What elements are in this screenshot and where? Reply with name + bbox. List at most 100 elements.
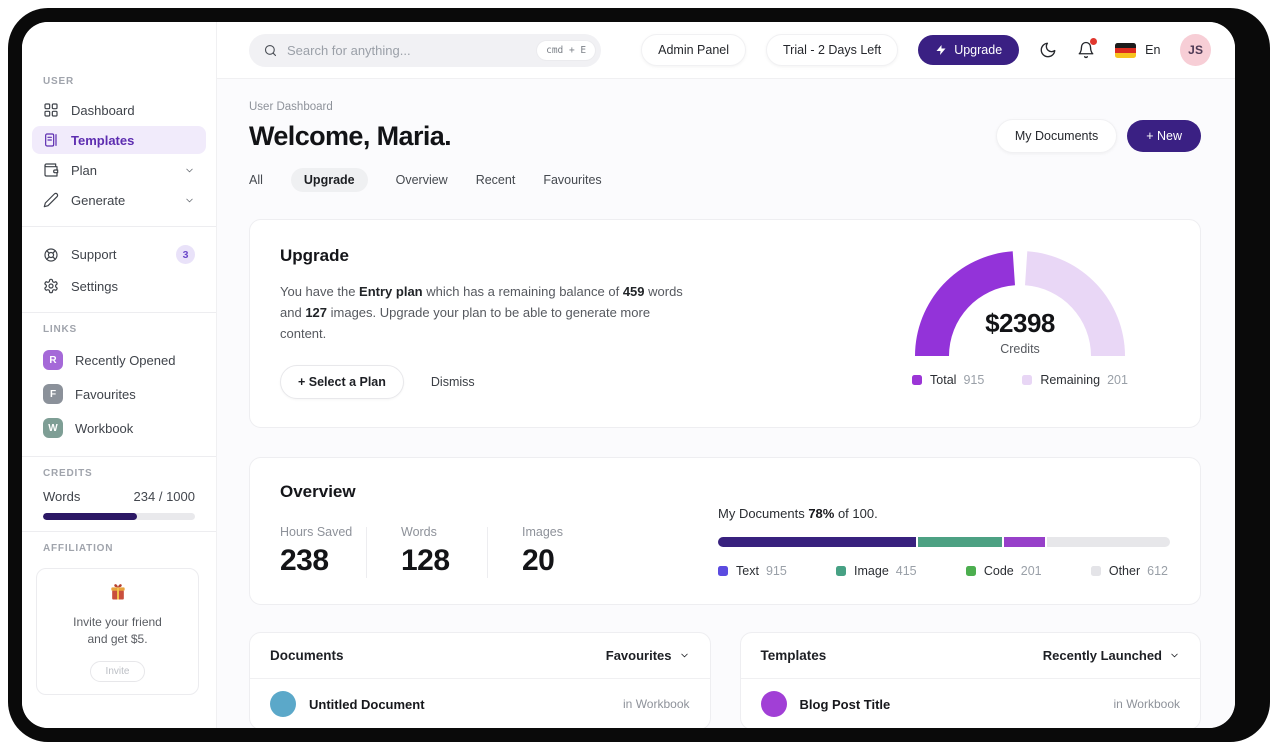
admin-panel-button[interactable]: Admin Panel <box>641 34 747 66</box>
stat-separator <box>487 527 488 579</box>
documents-filter-dropdown[interactable]: Favourites <box>606 648 690 663</box>
search-input[interactable]: Search for anything... cmd + E <box>249 33 602 67</box>
chevron-down-icon <box>680 653 688 658</box>
gauge-legend: Total 915 Remaining 201 <box>912 373 1128 387</box>
templates-filter-dropdown[interactable]: Recently Launched <box>1043 648 1180 663</box>
my-documents-button[interactable]: My Documents <box>995 119 1118 153</box>
sidebar-divider <box>22 456 216 457</box>
document-row[interactable]: Untitled Document in Workbook <box>250 679 710 728</box>
sidebar-section-links: LINKS <box>43 324 77 335</box>
link-badge-f: F <box>43 384 63 404</box>
legend-item-total: Total 915 <box>912 373 984 387</box>
legend-item-text: Text 915 <box>718 564 787 578</box>
sidebar-section-credits: CREDITS <box>43 468 93 479</box>
overview-card: Overview Hours Saved 238 Words 128 Image… <box>249 457 1201 606</box>
sidebar-item-generate[interactable]: Generate <box>32 186 206 214</box>
invite-button[interactable]: Invite <box>89 660 146 682</box>
sidebar-item-templates[interactable]: Templates <box>32 126 206 154</box>
sidebar-link-favourites[interactable]: F Favourites <box>32 378 206 410</box>
lightning-bolt-icon <box>936 45 946 55</box>
document-name: Untitled Document <box>309 696 425 712</box>
upgrade-card-body: You have the Entry plan which has a rema… <box>280 284 683 342</box>
legend-item-remaining: Remaining 201 <box>1022 373 1128 387</box>
stats-row: Hours Saved 238 Words 128 Images 20 <box>280 525 672 579</box>
language-label: En <box>1145 43 1161 57</box>
document-location: in Workbook <box>623 697 690 712</box>
sidebar-item-label: Dashboard <box>71 102 135 118</box>
stat-separator <box>366 527 367 579</box>
breadcrumb: User Dashboard <box>249 101 333 113</box>
sidebar-divider <box>22 312 216 313</box>
legend-item-image: Image 415 <box>836 564 917 578</box>
sidebar-item-plan[interactable]: Plan <box>32 156 206 184</box>
sidebar-item-settings[interactable]: Settings <box>32 272 206 300</box>
sidebar-item-label: Templates <box>71 132 135 148</box>
legend-swatch <box>912 375 923 385</box>
german-flag-icon <box>1115 42 1137 58</box>
user-avatar[interactable]: JS <box>1180 34 1211 66</box>
credits-label: Words <box>43 489 81 504</box>
topbar: Search for anything... cmd + E Admin Pan… <box>217 22 1235 79</box>
templates-panel-title: Templates <box>760 648 827 664</box>
sidebar-item-label: Support <box>71 247 117 262</box>
documents-usage: My Documents 78% of 100. Text 915 Image … <box>718 506 1170 578</box>
new-button[interactable]: + New <box>1127 120 1201 152</box>
affiliation-card: Invite your friend and get $5. Invite <box>36 568 199 695</box>
sidebar-section-user: USER <box>43 76 74 87</box>
document-avatar <box>270 691 296 718</box>
tab-recent[interactable]: Recent <box>476 173 516 187</box>
credits-row: Words 234 / 1000 <box>43 489 195 504</box>
upgrade-button-label: Upgrade <box>954 43 1003 57</box>
pencil-icon <box>43 192 59 208</box>
gift-icon <box>110 584 125 600</box>
tab-overview[interactable]: Overview <box>396 173 448 187</box>
usage-legend: Text 915 Image 415 Code 201 Other 612 <box>718 564 1170 578</box>
sidebar-link-recently-opened[interactable]: R Recently Opened <box>32 344 206 376</box>
sidebar: USER Dashboard Templates Plan Generate S… <box>22 22 217 728</box>
sidebar-section-affiliation: AFFILIATION <box>43 543 114 554</box>
tab-favourites[interactable]: Favourites <box>543 173 601 187</box>
legend-swatch <box>718 566 728 577</box>
dark-mode-toggle[interactable] <box>1039 41 1057 59</box>
trial-status-button[interactable]: Trial - 2 Days Left <box>766 34 899 66</box>
chevron-down-icon <box>186 198 193 202</box>
credits-progress-track <box>43 513 195 520</box>
legend-item-code: Code 201 <box>965 564 1042 578</box>
content-area: User Dashboard Welcome, Maria. My Docume… <box>217 79 1235 728</box>
dashboard-grid-icon <box>44 103 58 117</box>
documents-panel-title: Documents <box>270 648 344 664</box>
template-avatar <box>760 691 787 718</box>
bar-segment-image <box>917 537 1003 548</box>
chevron-down-icon <box>186 168 193 172</box>
bar-segment-text <box>718 537 916 548</box>
tab-upgrade[interactable]: Upgrade <box>290 168 368 192</box>
app-window: USER Dashboard Templates Plan Generate S… <box>22 22 1235 728</box>
sidebar-item-support[interactable]: Support 3 <box>32 239 206 270</box>
credits-progress-fill <box>43 513 138 520</box>
usage-multibar <box>718 537 1170 548</box>
search-placeholder: Search for anything... <box>287 42 411 58</box>
sidebar-link-workbook[interactable]: W Workbook <box>32 412 206 444</box>
tab-all[interactable]: All <box>249 173 263 187</box>
select-plan-button[interactable]: + Select a Plan <box>280 365 404 400</box>
template-row[interactable]: Blog Post Title in Workbook <box>741 679 1201 728</box>
page-title: Welcome, Maria. <box>249 120 452 151</box>
legend-swatch <box>1090 566 1101 577</box>
sidebar-item-dashboard[interactable]: Dashboard <box>32 96 206 124</box>
documents-panel: Documents Favourites Untitled Document i… <box>249 632 711 728</box>
dismiss-button[interactable]: Dismiss <box>431 375 475 389</box>
upgrade-card-title: Upgrade <box>280 246 349 265</box>
template-name: Blog Post Title <box>799 696 891 712</box>
sidebar-divider <box>22 226 216 227</box>
bar-segment-other <box>1046 537 1170 548</box>
templates-journal-icon <box>45 133 57 147</box>
sidebar-link-label: Workbook <box>75 420 134 436</box>
sidebar-item-label: Generate <box>71 192 126 208</box>
upgrade-button[interactable]: Upgrade <box>918 35 1020 65</box>
stat-images: Images 20 <box>522 525 563 578</box>
language-selector[interactable]: En <box>1115 42 1161 58</box>
notifications-button[interactable] <box>1077 38 1098 59</box>
sidebar-link-label: Recently Opened <box>75 352 176 368</box>
search-shortcut-chip: cmd + E <box>537 40 596 60</box>
affiliation-text: Invite your friend and get $5. <box>73 615 162 647</box>
